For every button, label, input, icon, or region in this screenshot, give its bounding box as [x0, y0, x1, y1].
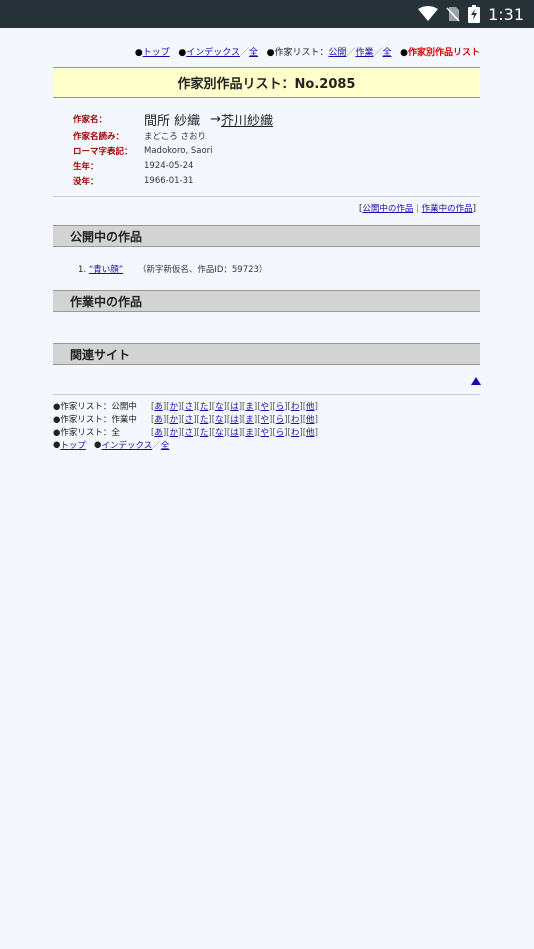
top-link[interactable]: トップ: [143, 48, 170, 58]
author-name: 間所 紗織: [144, 113, 201, 129]
working-works-link[interactable]: 作業中の作品: [422, 204, 473, 214]
kana-link[interactable]: は: [230, 415, 239, 425]
bottom-index-link[interactable]: インデックス: [101, 439, 152, 451]
kana-link[interactable]: あ: [154, 428, 163, 438]
kana-link[interactable]: か: [170, 415, 179, 425]
row-label-all: ●作家リスト：全: [53, 427, 120, 438]
kana-link[interactable]: さ: [185, 415, 194, 425]
kana-link[interactable]: ま: [245, 415, 254, 425]
author-reading: まどころ さおり: [144, 131, 206, 142]
divider: [53, 196, 480, 197]
wifi-icon: [418, 6, 439, 21]
kana-link[interactable]: や: [261, 415, 270, 425]
died-label: 没年：: [73, 176, 99, 187]
kana-link[interactable]: 他: [306, 402, 315, 412]
work-note: （新字新仮名、作品ID：59723）: [137, 265, 268, 275]
section-links: [公開中の作品 | 作業中の作品]: [359, 204, 476, 214]
page-top-arrow-icon[interactable]: [471, 377, 481, 385]
kana-link[interactable]: は: [230, 428, 239, 438]
kana-link[interactable]: さ: [185, 402, 194, 412]
kana-link[interactable]: か: [170, 402, 179, 412]
work-number: 1.: [78, 265, 87, 275]
top-nav: ●トップ ●インデックス／全 ●作家リスト：公開／作業／全 ●作家別作品リスト: [134, 48, 480, 58]
kana-link[interactable]: ら: [276, 402, 285, 412]
author-list-label: 作家リスト：: [274, 48, 329, 58]
kana-links-public: [あ][か][さ][た][な][は][ま][や][ら][わ][他]: [151, 401, 318, 412]
divider-bottom: [53, 394, 480, 395]
arrow: →: [210, 111, 222, 127]
public-link[interactable]: 公開: [328, 48, 346, 58]
public-works-link[interactable]: 公開中の作品: [362, 204, 413, 214]
kana-link[interactable]: な: [215, 415, 224, 425]
bottom-all-link[interactable]: 全: [161, 439, 170, 451]
died-date: 1966-01-31: [144, 175, 194, 186]
work-title-link[interactable]: “青い顔”: [89, 265, 123, 275]
row-label-public: ●作家リスト：公開中: [53, 401, 137, 412]
reading-label: 作家名読み：: [73, 131, 125, 142]
kana-link[interactable]: は: [230, 402, 239, 412]
working-link[interactable]: 作業: [355, 48, 373, 58]
section-public-header: 公開中の作品: [53, 225, 480, 247]
index-all-link[interactable]: 全: [249, 48, 258, 58]
kana-link[interactable]: や: [261, 428, 270, 438]
name-label: 作家名：: [73, 115, 108, 125]
bottom-top-link[interactable]: トップ: [60, 439, 86, 451]
author-info: 作家名： 間所 紗織 → 芥川紗織 作家名読み： まどころ さおり ローマ字表記…: [73, 110, 273, 188]
kana-links-working: [あ][か][さ][た][な][は][ま][や][ら][わ][他]: [151, 414, 318, 425]
kana-link[interactable]: あ: [154, 415, 163, 425]
bottom-nav: ●作家リスト：公開中 [あ][か][さ][た][な][は][ま][や][ら][わ…: [53, 401, 318, 451]
clock: 1:31: [488, 4, 524, 24]
kana-link[interactable]: や: [261, 402, 270, 412]
kana-link[interactable]: な: [215, 402, 224, 412]
born-date: 1924-05-24: [144, 160, 194, 171]
kana-link[interactable]: さ: [185, 428, 194, 438]
kana-link[interactable]: な: [215, 428, 224, 438]
current-page-label: 作家別作品リスト: [407, 48, 480, 58]
kana-link[interactable]: 他: [306, 415, 315, 425]
alias-link[interactable]: 芥川紗織: [221, 110, 273, 129]
section-related-header: 関連サイト: [53, 343, 480, 365]
battery-charging-icon: [468, 5, 481, 23]
kana-link[interactable]: か: [170, 428, 179, 438]
kana-link[interactable]: ま: [245, 402, 254, 412]
kana-link[interactable]: ら: [276, 415, 285, 425]
work-list: 1. “青い顔” （新字新仮名、作品ID：59723）: [78, 263, 267, 275]
section-working-header: 作業中の作品: [53, 290, 480, 312]
kana-link[interactable]: あ: [154, 402, 163, 412]
status-bar: 1:31: [0, 0, 534, 28]
author-romaji: Madokoro, Saori: [144, 145, 213, 156]
row-label-working: ●作家リスト：作業中: [53, 414, 137, 425]
index-link[interactable]: インデックス: [186, 48, 240, 58]
romaji-label: ローマ字表記：: [73, 146, 133, 157]
kana-links-all: [あ][か][さ][た][な][は][ま][や][ら][わ][他]: [151, 427, 318, 438]
kana-link[interactable]: ま: [245, 428, 254, 438]
no-sim-icon: [446, 7, 460, 22]
page-title: 作家別作品リスト：No.2085: [53, 67, 480, 98]
born-label: 生年：: [73, 161, 99, 172]
all-link[interactable]: 全: [383, 48, 392, 58]
kana-link[interactable]: ら: [276, 428, 285, 438]
kana-link[interactable]: 他: [306, 428, 315, 438]
